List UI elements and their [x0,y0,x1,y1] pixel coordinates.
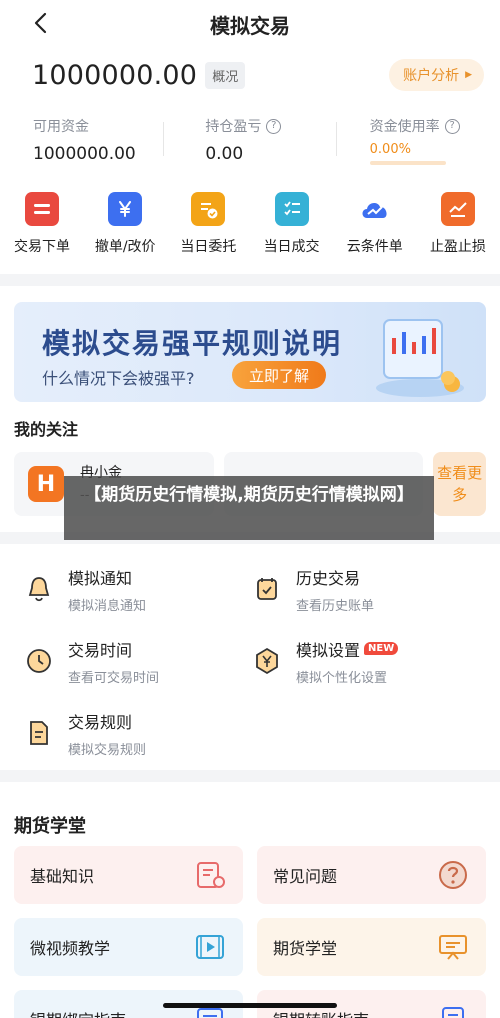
school-section: 期货学堂 基础知识 常见问题 微视频教学 期货学堂 银期绑定 [0,782,500,1018]
help-icon[interactable]: ? [266,118,282,134]
overview-tag[interactable]: 概况 [205,61,246,89]
stat-label-row: 资金使用率 ? [370,116,500,136]
board-icon [436,930,470,964]
rules-banner[interactable]: 模拟交易强平规则说明 什么情况下会被强平? 立即了解 [14,302,486,402]
transfer-icon [436,1002,470,1018]
clock-icon [24,646,54,676]
menu-item-title-row: 模拟设置 NEW [296,637,399,661]
chart-icon [440,192,475,226]
stat-available-funds: 可用资金 1000000.00 [0,116,163,170]
yen-icon [108,192,143,226]
menu-item-rules[interactable]: 交易规则 模拟交易规则 [0,708,250,758]
stats-row: 可用资金 1000000.00 持仓盈亏 ? 0.00 资金使用率 ? 0.00… [0,94,500,170]
action-label: 当日委托 [180,239,237,255]
account-analysis-button[interactable]: 账户分析 ▶ [389,59,484,91]
school-item-futures-school[interactable]: 期货学堂 [257,918,486,976]
menu-item-desc: 查看历史账单 [296,598,375,614]
deal-icon [274,192,309,226]
menu-item-title: 模拟通知 [68,568,133,588]
school-item-label: 银期绑定指南 [30,1007,126,1018]
watermark-overlay: 【期货历史行情模拟,期货历史行情模拟网】 [64,476,434,540]
stat-label: 资金使用率 [369,119,440,135]
arrow-right-icon: ▶ [465,70,472,80]
menu-item-settings[interactable]: 模拟设置 NEW 模拟个性化设置 [250,636,500,686]
bell-icon [24,574,54,604]
action-label: 当日成交 [263,239,320,255]
video-icon [193,930,227,964]
banner-wrap: 模拟交易强平规则说明 什么情况下会被强平? 立即了解 [0,286,500,402]
school-title: 期货学堂 [14,816,86,837]
settings-icon [252,646,282,676]
trading-illustration-icon [376,319,464,397]
home-indicator[interactable] [163,1003,337,1008]
action-label: 交易下单 [14,239,70,255]
new-badge: NEW [364,642,399,655]
action-label: 撤单/改价 [94,239,156,255]
menu-item-desc: 模拟消息通知 [68,598,147,614]
action-label: 止盈止损 [429,239,486,255]
menu-item-title: 历史交易 [296,568,361,588]
stat-label-row: 持仓盈亏 ? [205,116,335,136]
action-take-profit-stop-loss[interactable]: 止盈止损 [422,192,494,256]
stat-value: 0.00% [369,142,411,157]
stat-value: 0.00 [205,144,244,164]
help-icon[interactable]: ? [444,118,460,134]
view-more-button[interactable]: 查看更多 [433,452,486,516]
menu-item-notice[interactable]: 模拟通知 模拟消息通知 [0,564,250,614]
history-icon [252,574,282,604]
menu-item-trading-time[interactable]: 交易时间 查看可交易时间 [0,636,250,686]
action-cloud-condition[interactable]: 云条件单 [339,192,411,256]
school-grid: 基础知识 常见问题 微视频教学 期货学堂 银期绑定指南 [0,846,500,1018]
school-item-micro-video[interactable]: 微视频教学 [14,918,243,976]
menu-item-desc: 模拟个性化设置 [296,670,388,686]
nav-bar: 模拟交易 [0,0,500,48]
action-label: 云条件单 [346,239,403,255]
total-balance: 1000000.00 [32,59,198,91]
stat-value: 1000000.00 [33,144,136,164]
action-today-deal[interactable]: 当日成交 [256,192,328,256]
usage-bar [369,161,446,165]
school-item-faq[interactable]: 常见问题 [257,846,486,904]
menu-item-title: 交易时间 [68,640,133,660]
order-icon [25,192,59,226]
stat-label: 持仓盈亏 [205,119,262,135]
banner-title: 模拟交易强平规则说明 [42,327,343,360]
school-item-label: 微视频教学 [30,939,111,958]
account-analysis-label: 账户分析 [403,68,460,84]
feature-menu: 模拟通知 模拟消息通知 历史交易 查看历史账单 交易时间 查看可交易时间 模拟设… [0,544,500,770]
back-icon[interactable] [30,12,52,34]
balance-row: 1000000.00 概况 账户分析 ▶ [0,48,500,94]
book-icon [193,858,227,892]
menu-item-title: 模拟设置 [296,640,361,660]
page-title: 模拟交易 [210,13,290,38]
learn-now-button[interactable]: 立即了解 [232,361,326,389]
menu-item-history[interactable]: 历史交易 查看历史账单 [250,564,500,614]
cloud-icon [358,192,392,226]
instrument-logo-icon: H [28,466,64,502]
menu-item-desc: 查看可交易时间 [68,670,160,686]
stat-fund-usage: 资金使用率 ? 0.00% [335,116,500,170]
school-item-basics[interactable]: 基础知识 [14,846,243,904]
menu-section: 模拟通知 模拟消息通知 历史交易 查看历史账单 交易时间 查看可交易时间 模拟设… [0,544,500,770]
entrust-icon [191,192,226,226]
menu-item-desc: 模拟交易规则 [68,742,147,758]
account-header: 模拟交易 1000000.00 概况 账户分析 ▶ 可用资金 1000000.0… [0,0,500,274]
action-cancel-modify[interactable]: 撤单/改价 [89,192,161,256]
question-icon [436,858,470,892]
school-item-label: 期货学堂 [273,939,338,958]
stat-position-pnl: 持仓盈亏 ? 0.00 [163,116,335,170]
action-order[interactable]: 交易下单 [6,192,78,256]
quick-actions: 交易下单 撤单/改价 当日委托 当日成交 云条件单 止盈止损 [0,170,500,256]
banner-subtitle: 什么情况下会被强平? [42,369,195,388]
rules-icon [24,718,54,748]
school-item-label: 银期转账指南 [273,1007,369,1018]
action-today-entrust[interactable]: 当日委托 [172,192,244,256]
menu-item-title: 交易规则 [68,712,133,732]
logo-letter: H [36,471,56,497]
school-item-label: 基础知识 [30,867,95,886]
school-item-label: 常见问题 [273,867,338,886]
stat-label: 可用资金 [33,119,89,135]
follow-title: 我的关注 [14,420,79,439]
